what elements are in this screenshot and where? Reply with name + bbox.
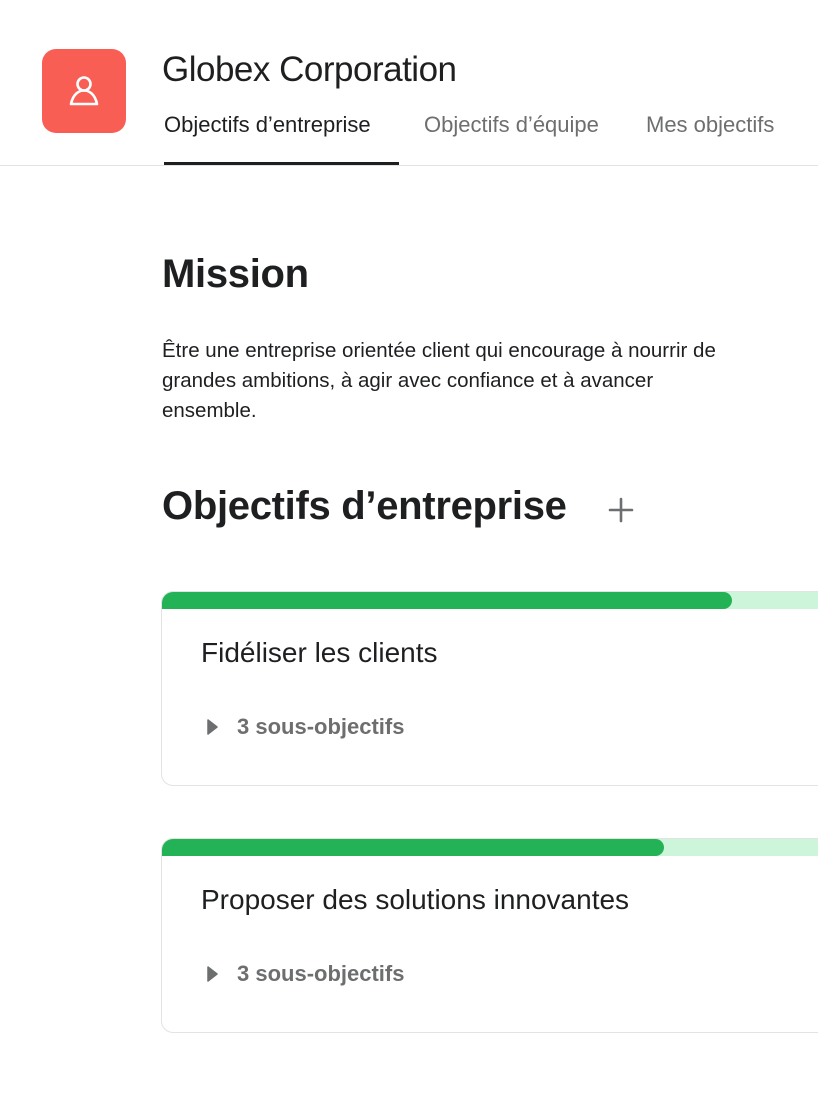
mission-statement: Être une entreprise orientée client qui … (162, 339, 716, 422)
goal-card[interactable]: Fidéliser les clients 3 sous-objectifs (161, 591, 818, 786)
tab-team-goals[interactable]: Objectifs d’équipe (424, 106, 599, 164)
subgoals-toggle[interactable]: 3 sous-objectifs (206, 961, 404, 987)
plus-icon (608, 497, 634, 523)
org-name: Globex Corporation (162, 50, 457, 89)
tab-company-goals[interactable]: Objectifs d’entreprise (164, 106, 399, 165)
mission-heading: Mission (162, 252, 309, 296)
goal-card[interactable]: Proposer des solutions innovantes 3 sous… (161, 838, 818, 1033)
goal-progress-bar (162, 592, 818, 609)
caret-right-icon (206, 717, 220, 737)
goal-progress-fill (162, 592, 732, 609)
people-icon (69, 76, 99, 106)
goals-tabs: Objectifs d’entreprise Objectifs d’équip… (0, 106, 818, 166)
goal-title[interactable]: Fidéliser les clients (201, 637, 438, 669)
goal-title[interactable]: Proposer des solutions innovantes (201, 884, 629, 916)
tab-my-goals[interactable]: Mes objectifs (646, 106, 774, 164)
subgoals-toggle[interactable]: 3 sous-objectifs (206, 714, 404, 740)
subgoals-count: 3 sous-objectifs (237, 961, 405, 986)
add-goal-button[interactable] (598, 487, 644, 533)
company-goals-heading: Objectifs d’entreprise (162, 484, 567, 528)
goal-progress-fill (162, 839, 664, 856)
goal-progress-bar (162, 839, 818, 856)
subgoals-count: 3 sous-objectifs (237, 714, 405, 739)
caret-right-icon (206, 964, 220, 984)
